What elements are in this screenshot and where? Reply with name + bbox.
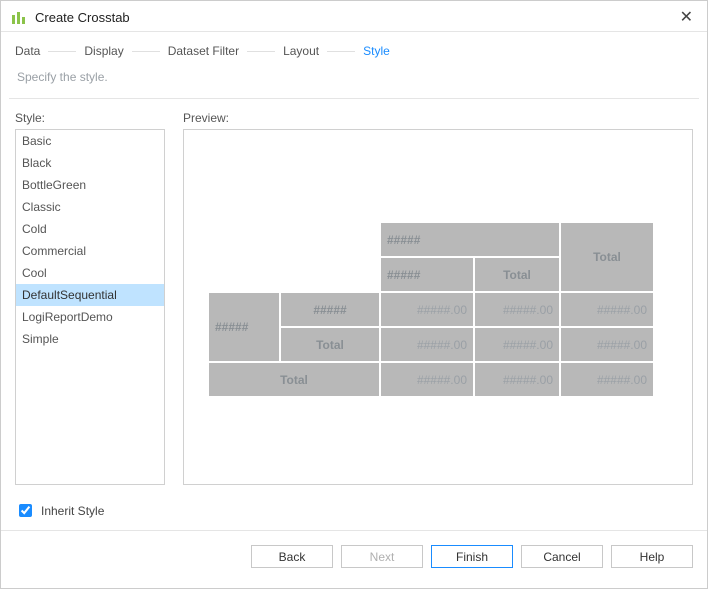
wizard-steps: Data Display Dataset Filter Layout Style (1, 32, 707, 62)
step-data[interactable]: Data (15, 44, 40, 58)
inherit-style-checkbox[interactable] (19, 504, 32, 517)
preview-row-group: ##### (208, 292, 280, 362)
step-style[interactable]: Style (363, 44, 390, 58)
preview-section-label: Preview: (183, 111, 693, 125)
crosstab-preview: ##### Total ##### Total ##### ##### ####… (208, 222, 692, 397)
style-item[interactable]: LogiReportDemo (16, 306, 164, 328)
style-item[interactable]: BottleGreen (16, 174, 164, 196)
style-item[interactable]: DefaultSequential (16, 284, 164, 306)
preview-box: ##### Total ##### Total ##### ##### ####… (183, 129, 693, 485)
style-item[interactable]: Cool (16, 262, 164, 284)
style-section-label: Style: (15, 111, 165, 125)
preview-grand-total-row: Total (208, 362, 380, 397)
style-list[interactable]: BasicBlackBottleGreenClassicColdCommerci… (15, 129, 165, 485)
preview-cell: #####.00 (380, 327, 474, 362)
preview-row-sub: ##### (280, 292, 380, 327)
preview-row-total: Total (280, 327, 380, 362)
preview-cell: #####.00 (560, 292, 654, 327)
style-item[interactable]: Classic (16, 196, 164, 218)
preview-cell: #####.00 (380, 362, 474, 397)
step-display[interactable]: Display (84, 44, 123, 58)
inherit-style-label[interactable]: Inherit Style (41, 504, 104, 518)
preview-col-total: Total (474, 257, 560, 292)
preview-cell: #####.00 (474, 362, 560, 397)
cancel-button[interactable]: Cancel (521, 545, 603, 568)
step-layout[interactable]: Layout (283, 44, 319, 58)
step-dataset-filter[interactable]: Dataset Filter (168, 44, 239, 58)
preview-cell: #####.00 (474, 327, 560, 362)
back-button[interactable]: Back (251, 545, 333, 568)
help-button[interactable]: Help (611, 545, 693, 568)
preview-cell: #####.00 (474, 292, 560, 327)
app-icon (11, 9, 27, 25)
preview-col-sub: ##### (380, 257, 474, 292)
preview-col-group: ##### (380, 222, 560, 257)
style-item[interactable]: Black (16, 152, 164, 174)
preview-cell: #####.00 (560, 362, 654, 397)
style-item[interactable]: Basic (16, 130, 164, 152)
next-button: Next (341, 545, 423, 568)
window-title: Create Crosstab (35, 10, 130, 25)
style-item[interactable]: Cold (16, 218, 164, 240)
close-icon[interactable]: ✕ (676, 7, 697, 27)
style-item[interactable]: Simple (16, 328, 164, 350)
preview-cell: #####.00 (560, 327, 654, 362)
style-item[interactable]: Commercial (16, 240, 164, 262)
preview-cell: #####.00 (380, 292, 474, 327)
wizard-subtitle: Specify the style. (1, 62, 707, 98)
preview-grand-total-col: Total (560, 222, 654, 292)
finish-button[interactable]: Finish (431, 545, 513, 568)
